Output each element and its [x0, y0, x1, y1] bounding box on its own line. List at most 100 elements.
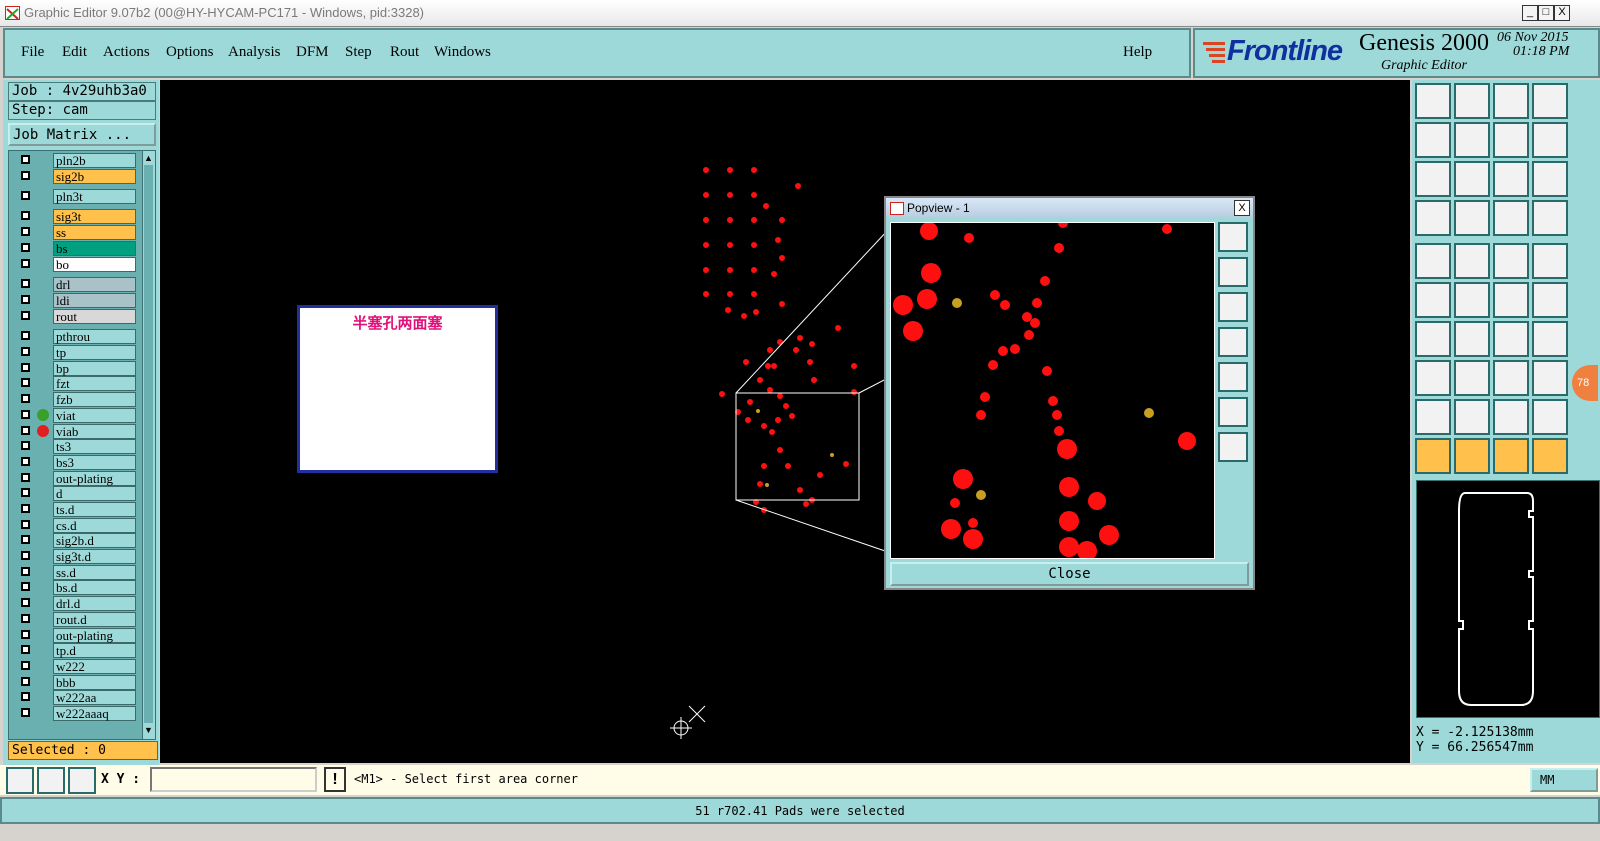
layer-checkbox[interactable] — [21, 155, 30, 164]
tool-open-icon[interactable] — [1415, 83, 1451, 119]
layer-row[interactable]: bs — [17, 241, 137, 256]
layer-checkbox[interactable] — [21, 191, 30, 200]
pad[interactable] — [761, 463, 767, 469]
pad[interactable] — [779, 301, 785, 307]
tool-layers-icon[interactable] — [1493, 200, 1529, 236]
layer-name[interactable]: w222aaaq — [53, 706, 136, 721]
pad[interactable] — [757, 481, 763, 487]
layer-checkbox[interactable] — [21, 331, 30, 340]
menu-rout[interactable]: Rout — [390, 44, 419, 61]
layer-name[interactable]: w222 — [53, 659, 136, 674]
pad[interactable] — [990, 290, 1000, 300]
popview-zoom-out-tool[interactable] — [1218, 397, 1248, 427]
tool-select-net-icon[interactable] — [1532, 438, 1568, 474]
tool-move-icon[interactable] — [1493, 282, 1529, 318]
minimize-button[interactable]: _ — [1522, 5, 1538, 21]
layer-name[interactable]: w222aa — [53, 690, 136, 705]
tool-angle-icon[interactable] — [1415, 321, 1451, 357]
layer-checkbox[interactable] — [21, 259, 30, 268]
layer-name[interactable]: pln2b — [53, 153, 136, 168]
pad[interactable] — [917, 289, 937, 309]
pad[interactable] — [727, 192, 733, 198]
layer-row[interactable]: d — [17, 486, 137, 501]
pad[interactable] — [1077, 541, 1097, 559]
tool-select-icon[interactable] — [1415, 438, 1451, 474]
pad[interactable] — [703, 242, 709, 248]
job-matrix-button[interactable]: Job Matrix ... — [8, 123, 156, 146]
tool-tri-icon[interactable] — [1415, 399, 1451, 435]
pad[interactable] — [703, 267, 709, 273]
pad[interactable] — [811, 377, 817, 383]
pad-selected[interactable] — [756, 409, 760, 413]
tool-pan-icon[interactable] — [1493, 243, 1529, 279]
pad[interactable] — [893, 295, 913, 315]
popview-fit-tool[interactable] — [1218, 432, 1248, 462]
scroll-down-icon[interactable]: ▼ — [144, 725, 153, 735]
layer-checkbox[interactable] — [21, 614, 30, 623]
layer-row[interactable]: pln3t — [17, 189, 137, 204]
layer-name[interactable]: bs3 — [53, 455, 136, 470]
pad[interactable] — [1099, 525, 1119, 545]
pad[interactable] — [1000, 300, 1010, 310]
pad[interactable] — [1040, 276, 1050, 286]
pad[interactable] — [703, 291, 709, 297]
pad[interactable] — [741, 313, 747, 319]
pad[interactable] — [771, 363, 777, 369]
layer-checkbox[interactable] — [21, 227, 30, 236]
layer-name[interactable]: fzb — [53, 392, 136, 407]
layer-row[interactable]: tp.d — [17, 643, 137, 658]
pad[interactable] — [775, 417, 781, 423]
xy-input[interactable] — [150, 767, 317, 792]
pad[interactable] — [757, 377, 763, 383]
layer-name[interactable]: rout — [53, 309, 136, 324]
layer-row[interactable]: bs.d — [17, 580, 137, 595]
tool-pad-icon[interactable] — [1415, 243, 1451, 279]
pad[interactable] — [988, 360, 998, 370]
pad[interactable] — [1057, 439, 1077, 459]
pad[interactable] — [1054, 426, 1064, 436]
pad[interactable] — [743, 359, 749, 365]
tool-pin-icon[interactable] — [1532, 282, 1568, 318]
layer-row[interactable]: fzb — [17, 392, 137, 407]
layer-row[interactable]: pthrou — [17, 329, 137, 344]
layer-checkbox[interactable] — [21, 692, 30, 701]
layer-checkbox[interactable] — [21, 677, 30, 686]
pad[interactable] — [964, 233, 974, 243]
tool-split-icon[interactable] — [1532, 321, 1568, 357]
layer-checkbox[interactable] — [21, 473, 30, 482]
pad-selected[interactable] — [976, 490, 986, 500]
pad[interactable] — [783, 403, 789, 409]
layer-checkbox[interactable] — [21, 520, 30, 529]
layer-name[interactable]: drl — [53, 277, 136, 292]
units-select[interactable]: MM — [1530, 768, 1598, 792]
pad[interactable] — [751, 192, 757, 198]
measure-mode-icon[interactable] — [37, 767, 65, 794]
layer-row[interactable]: drl.d — [17, 596, 137, 611]
layer-checkbox[interactable] — [21, 551, 30, 560]
popview-close-button[interactable]: Close — [890, 562, 1249, 586]
pad[interactable] — [793, 347, 799, 353]
layer-row[interactable]: cs.d — [17, 518, 137, 533]
pad[interactable] — [835, 325, 841, 331]
pad[interactable] — [753, 309, 759, 315]
layer-row[interactable]: sig2b — [17, 169, 137, 184]
layer-checkbox[interactable] — [21, 171, 30, 180]
layer-name[interactable]: sig2b.d — [53, 533, 136, 548]
close-window-button[interactable]: X — [1554, 5, 1570, 21]
tool-flatten-icon[interactable] — [1493, 399, 1529, 435]
menu-windows[interactable]: Windows — [434, 44, 491, 61]
pad[interactable] — [980, 392, 990, 402]
layer-name[interactable]: bs — [53, 241, 136, 256]
pad[interactable] — [703, 192, 709, 198]
menu-file[interactable]: File — [21, 44, 44, 61]
layer-name[interactable]: ts.d — [53, 502, 136, 517]
layer-checkbox[interactable] — [21, 708, 30, 717]
pad[interactable] — [777, 393, 783, 399]
layer-name[interactable]: bo — [53, 257, 136, 272]
layer-name[interactable]: drl.d — [53, 596, 136, 611]
layer-name[interactable]: ss — [53, 225, 136, 240]
pad[interactable] — [719, 391, 725, 397]
tool-scale2-icon[interactable] — [1493, 360, 1529, 396]
layer-name[interactable]: out-plating — [53, 628, 136, 643]
pad[interactable] — [851, 363, 857, 369]
